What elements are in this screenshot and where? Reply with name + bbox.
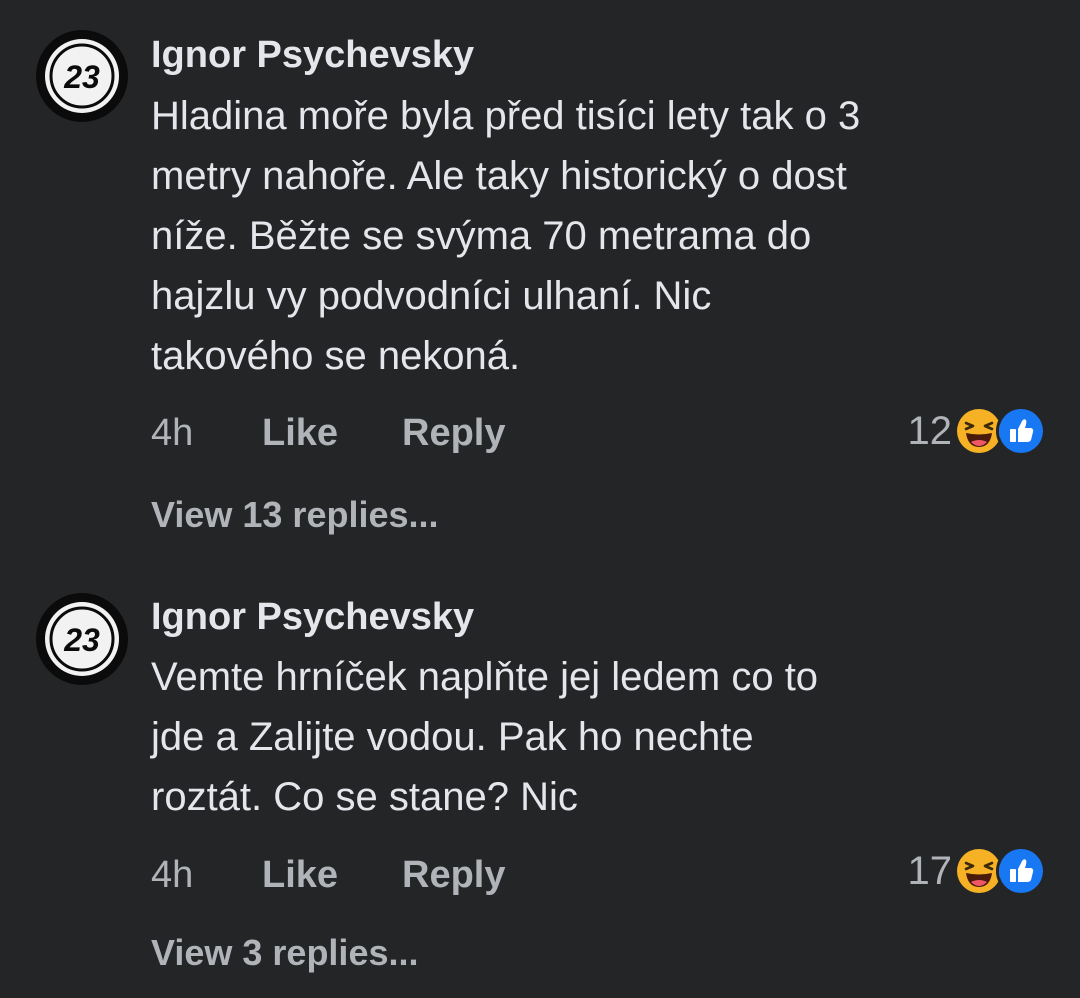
like-button[interactable]: Like	[262, 852, 338, 898]
author-name[interactable]: Ignor Psychevsky	[151, 594, 474, 640]
comment-line: jde a Zalijte vodou. Pak ho nechte	[151, 715, 754, 759]
comment-line: Vemte hrníček naplňte jej ledem co to	[151, 655, 819, 699]
view-replies-link[interactable]: View 3 replies...	[151, 931, 419, 975]
number-23-avatar-icon: 23	[37, 594, 127, 684]
like-icon	[996, 846, 1046, 896]
reactions-summary[interactable]: 17	[907, 846, 1046, 896]
reaction-count: 17	[907, 848, 953, 893]
comment: 23 Ignor Psychevsky Vemte hrníček naplňt…	[0, 0, 1080, 998]
avatar[interactable]: 23	[36, 593, 128, 685]
comment-text: Vemte hrníček naplňte jej ledem co to jd…	[151, 647, 1031, 827]
timestamp[interactable]: 4h	[151, 852, 193, 898]
svg-text:23: 23	[63, 622, 100, 658]
comment-line: roztát. Co se stane? Nic	[151, 775, 578, 819]
comment-actions: 4h Like Reply	[151, 852, 551, 898]
reply-button[interactable]: Reply	[402, 852, 505, 898]
